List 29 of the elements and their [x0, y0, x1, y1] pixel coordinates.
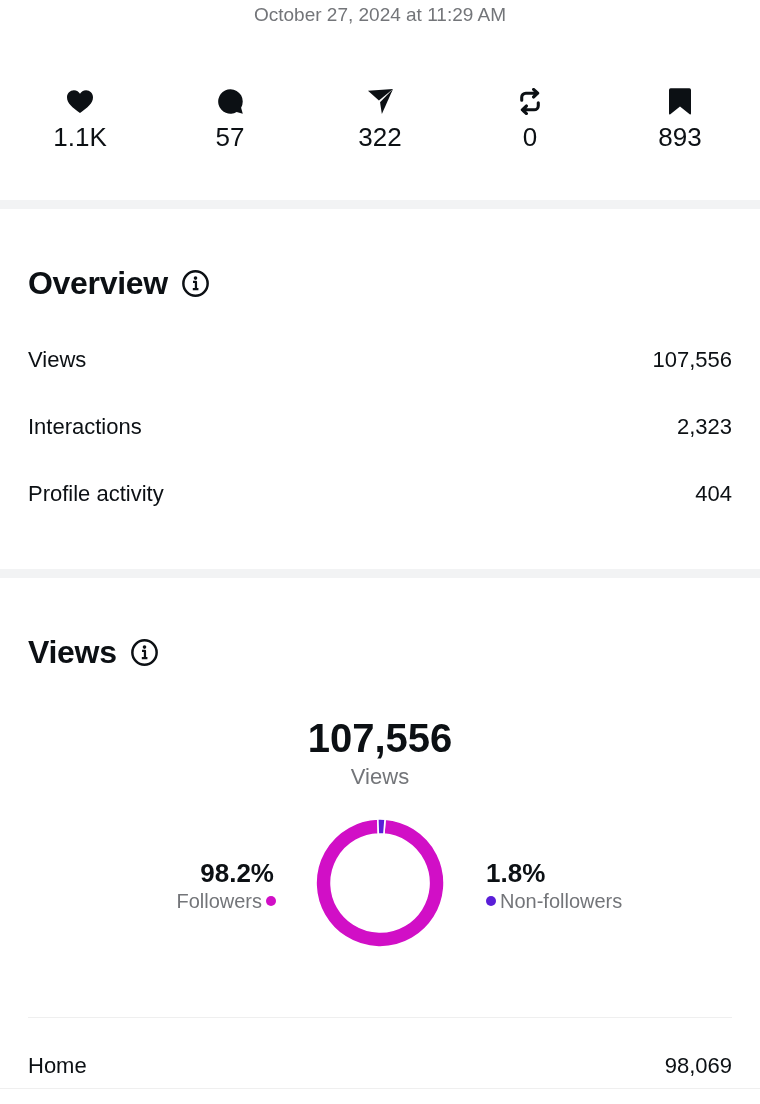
info-icon[interactable] [130, 638, 158, 666]
legend-percent: 98.2% [200, 858, 274, 888]
metric-label: Interactions [28, 413, 142, 440]
section-title: Views [28, 633, 117, 671]
total-views-count: 107,556 [306, 715, 454, 761]
stat-count: 57 [215, 122, 245, 152]
metric-value: 2,323 [676, 413, 732, 440]
metric-label: Home [28, 1053, 87, 1079]
stat-count: 322 [358, 122, 402, 152]
metric-value: 404 [695, 480, 732, 507]
legend-percent: 1.8% [486, 858, 546, 888]
paper-plane-icon [367, 89, 393, 114]
section-title: Overview [28, 264, 168, 302]
stat-count: 893 [658, 122, 702, 152]
bookmark-icon [669, 88, 691, 115]
total-views-label: Views [349, 764, 411, 790]
legend-label: Non-followers [500, 889, 623, 914]
stat-count: 0 [522, 122, 538, 152]
metric-value: 98,069 [664, 1053, 732, 1079]
metric-value: 107,556 [652, 346, 732, 373]
info-icon[interactable] [181, 269, 209, 297]
legend-label: Followers [176, 889, 262, 914]
metric-label: Profile activity [28, 480, 164, 507]
stat-count: 1.1K [53, 122, 107, 152]
post-timestamp: October 27, 2024 at 11:29 AM [252, 3, 508, 26]
heart-icon [67, 90, 93, 113]
arrows-cycle-icon [519, 88, 541, 115]
speech-bubble-icon [217, 89, 243, 114]
metric-label: Views [28, 346, 87, 373]
